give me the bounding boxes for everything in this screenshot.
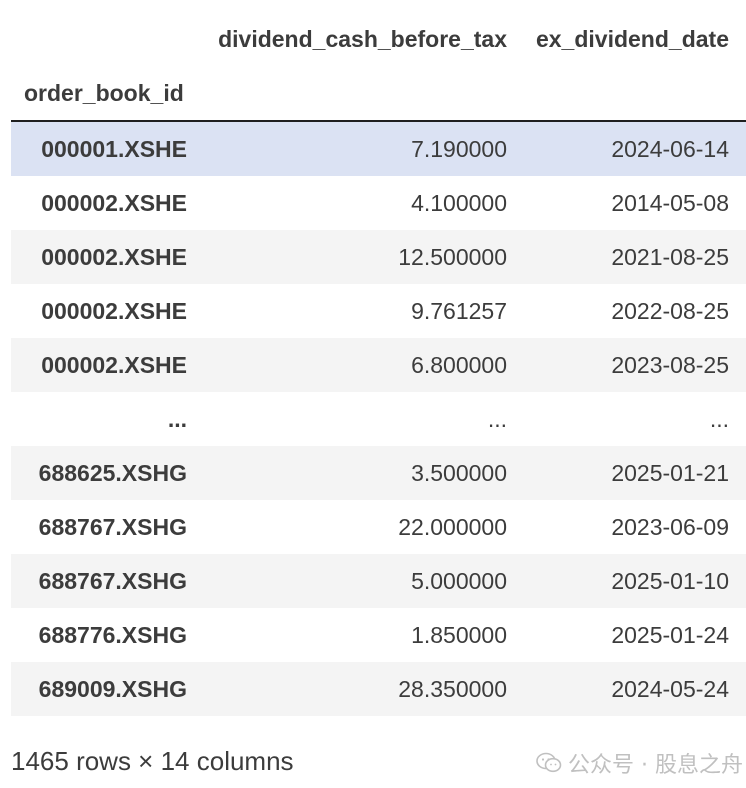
dividend-cash-cell: 3.500000 — [411, 460, 507, 486]
row-index-cell: 000002.XSHE — [41, 244, 187, 270]
dividend-cash-cell: 4.100000 — [411, 190, 507, 216]
row-index-cell: 000002.XSHE — [41, 190, 187, 216]
ex-dividend-date-cell: 2021-08-25 — [611, 244, 729, 270]
index-header-order-book-id[interactable]: order_book_id — [24, 80, 184, 107]
dividend-cash-cell: 28.350000 — [398, 676, 507, 702]
ex-dividend-date-cell: 2025-01-21 — [611, 460, 729, 486]
table-row[interactable]: 000002.XSHE 6.800000 2023-08-25 — [11, 338, 746, 392]
ex-dividend-date-cell: 2024-05-24 — [611, 676, 729, 702]
table-row[interactable]: 000002.XSHE 9.761257 2022-08-25 — [11, 284, 746, 338]
ellipsis-row[interactable]: ......... — [11, 392, 746, 446]
dividend-cash-cell: 22.000000 — [398, 514, 507, 540]
row-index-cell: 688767.XSHG — [38, 568, 187, 594]
table-row[interactable]: 688625.XSHG 3.500000 2025-01-21 — [11, 446, 746, 500]
row-index-cell: 000002.XSHE — [41, 298, 187, 324]
column-header-row: dividend_cash_before_tax ex_dividend_dat… — [11, 12, 746, 66]
row-index-cell: 688767.XSHG — [38, 514, 187, 540]
dividend-cash-cell: 6.800000 — [411, 352, 507, 378]
dividend-cash-cell: 12.500000 — [398, 244, 507, 270]
dataframe-table: dividend_cash_before_tax ex_dividend_dat… — [11, 12, 746, 716]
row-index-cell: 689009.XSHG — [38, 676, 187, 702]
table-row[interactable]: 000002.XSHE 12.500000 2021-08-25 — [11, 230, 746, 284]
row-index-cell: 000002.XSHE — [41, 352, 187, 378]
row-index-cell: 688625.XSHG — [38, 460, 187, 486]
ex-dividend-date-cell: 2025-01-24 — [611, 622, 729, 648]
dividend-cash-cell: 7.190000 — [411, 136, 507, 162]
ex-dividend-date-cell: 2023-08-25 — [611, 352, 729, 378]
ex-dividend-date-cell: 2022-08-25 — [611, 298, 729, 324]
ex-dividend-date-cell: 2025-01-10 — [611, 568, 729, 594]
column-header-ex-dividend-date[interactable]: ex_dividend_date — [536, 26, 729, 53]
dividend-cash-cell: ... — [487, 406, 507, 432]
dividend-cash-cell: 5.000000 — [411, 568, 507, 594]
table-row[interactable]: 688767.XSHG 5.000000 2025-01-10 — [11, 554, 746, 608]
dividend-cash-cell: 9.761257 — [411, 298, 507, 324]
table-row[interactable]: 000002.XSHE 4.100000 2014-05-08 — [11, 176, 746, 230]
ex-dividend-date-cell: ... — [709, 406, 729, 432]
row-index-cell: 688776.XSHG — [38, 622, 187, 648]
ex-dividend-date-cell: 2014-05-08 — [611, 190, 729, 216]
column-header-dividend-cash[interactable]: dividend_cash_before_tax — [218, 26, 507, 53]
watermark: 公众号 · 股息之舟 — [536, 746, 743, 780]
row-index-cell: ... — [167, 406, 187, 432]
row-index-cell: 000001.XSHE — [41, 136, 187, 162]
table-body: 000001.XSHE 7.190000 2024-06-14 000002.XSHE… — [11, 122, 746, 716]
dataframe-shape-caption: 1465 rows × 14 columns — [11, 746, 294, 776]
wechat-icon — [536, 752, 562, 773]
index-header-row: order_book_id — [11, 66, 746, 120]
watermark-text: 公众号 · 股息之舟 — [568, 753, 743, 778]
table-row[interactable]: 000001.XSHE 7.190000 2024-06-14 — [11, 122, 746, 176]
ex-dividend-date-cell: 2024-06-14 — [611, 136, 729, 162]
table-row[interactable]: 688776.XSHG 1.850000 2025-01-24 — [11, 608, 746, 662]
dividend-cash-cell: 1.850000 — [411, 622, 507, 648]
ex-dividend-date-cell: 2023-06-09 — [611, 514, 729, 540]
table-row[interactable]: 688767.XSHG 22.000000 2023-06-09 — [11, 500, 746, 554]
table-row[interactable]: 689009.XSHG 28.350000 2024-05-24 — [11, 662, 746, 716]
